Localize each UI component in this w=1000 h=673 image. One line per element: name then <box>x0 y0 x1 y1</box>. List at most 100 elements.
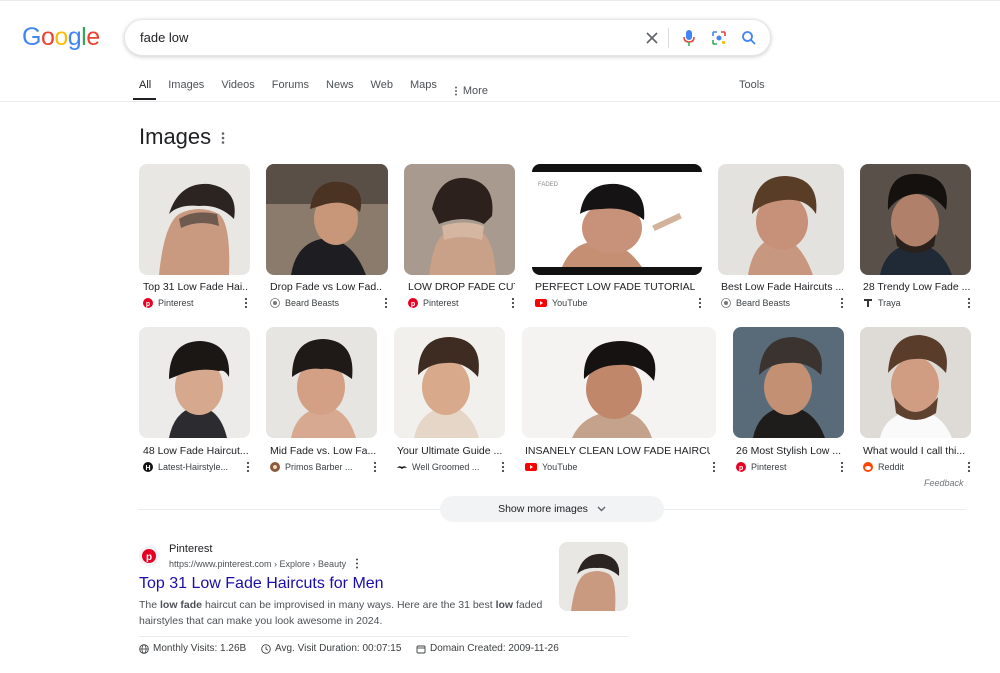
image-source[interactable]: p Pinterest <box>736 462 787 472</box>
microphone-icon[interactable] <box>679 28 699 48</box>
more-vert-icon[interactable] <box>384 297 388 309</box>
show-more-images-button[interactable]: Show more images <box>440 496 664 522</box>
image-source[interactable]: YouTube <box>525 462 577 472</box>
more-vert-icon[interactable] <box>218 131 228 145</box>
calendar-icon <box>416 645 426 653</box>
image-thumbnail[interactable] <box>522 327 716 438</box>
clock-icon <box>261 643 271 654</box>
result-site-name[interactable]: Pinterest <box>169 543 212 555</box>
image-source[interactable]: YouTube <box>535 298 587 308</box>
more-vert-icon[interactable] <box>244 297 248 309</box>
tab-forums[interactable]: Forums <box>272 78 309 102</box>
more-vert-icon[interactable] <box>373 461 377 473</box>
image-source[interactable]: p Pinterest <box>143 298 194 308</box>
pinterest-icon: p <box>736 462 746 472</box>
tab-more[interactable]: More <box>454 78 488 102</box>
logo-letter: e <box>86 23 100 51</box>
search-input[interactable]: fade low <box>140 30 188 45</box>
more-vert-icon[interactable] <box>501 461 505 473</box>
result-title-link[interactable]: Top 31 Low Fade Haircuts for Men <box>139 575 384 593</box>
more-vert-icon[interactable] <box>712 461 716 473</box>
image-thumbnail[interactable] <box>139 327 250 438</box>
faded-watermark: FADED <box>538 182 559 188</box>
image-caption[interactable]: 48 Low Fade Haircut... <box>143 445 248 457</box>
more-vert-icon[interactable] <box>840 297 844 309</box>
more-vert-icon[interactable] <box>967 297 971 309</box>
image-thumbnail[interactable] <box>733 327 844 438</box>
search-icon[interactable] <box>739 28 759 48</box>
stat-monthly-visits: Monthly Visits: 1.26B <box>139 643 246 654</box>
svg-text:p: p <box>146 552 152 563</box>
logo-letter: G <box>22 23 41 51</box>
more-vert-icon[interactable] <box>698 297 702 309</box>
image-caption[interactable]: Mid Fade vs. Low Fa... <box>270 445 376 457</box>
snippet-text: The <box>139 599 161 611</box>
image-caption[interactable]: PERFECT LOW FADE TUTORIAL, ... <box>535 281 695 293</box>
more-vert-icon[interactable] <box>246 461 250 473</box>
clear-icon[interactable] <box>642 28 662 48</box>
image-thumbnail[interactable] <box>404 164 515 275</box>
search-box[interactable]: fade low <box>124 19 771 56</box>
source-label: Beard Beasts <box>285 298 340 308</box>
image-thumbnail[interactable] <box>860 164 971 275</box>
image-caption[interactable]: What would I call thi... <box>863 445 967 457</box>
image-source[interactable]: Primos Barber ... <box>270 462 353 472</box>
result-favicon[interactable]: p <box>139 546 159 566</box>
snippet-text: haircut can be improvised in many ways. … <box>202 599 496 611</box>
image-caption[interactable]: Your Ultimate Guide ... <box>397 445 503 457</box>
tab-videos[interactable]: Videos <box>221 78 254 102</box>
source-label: Pinterest <box>158 298 194 308</box>
image-source[interactable]: Reddit <box>863 462 904 472</box>
image-thumbnail[interactable]: FADED <box>532 164 702 275</box>
image-thumbnail[interactable] <box>718 164 844 275</box>
source-label: Pinterest <box>423 298 459 308</box>
image-thumbnail[interactable] <box>139 164 250 275</box>
tab-more-label: More <box>462 84 488 97</box>
tabs-divider <box>0 101 1000 102</box>
image-caption[interactable]: LOW DROP FADE CUT <box>408 281 515 293</box>
lens-icon[interactable] <box>709 28 729 48</box>
svg-text:p: p <box>411 301 415 308</box>
image-source[interactable]: p Pinterest <box>408 298 459 308</box>
youtube-icon <box>525 463 537 471</box>
image-caption[interactable]: Top 31 Low Fade Hai... <box>143 281 248 293</box>
source-label: Beard Beasts <box>736 298 791 308</box>
result-thumbnail[interactable] <box>559 542 628 611</box>
image-thumbnail[interactable] <box>860 327 971 438</box>
more-vert-icon[interactable] <box>355 558 359 569</box>
image-thumbnail[interactable] <box>266 164 388 275</box>
tab-images[interactable]: Images <box>168 78 204 102</box>
google-logo[interactable]: Google <box>22 23 100 52</box>
more-vert-icon[interactable] <box>967 461 971 473</box>
source-label: YouTube <box>542 462 578 472</box>
image-caption[interactable]: Best Low Fade Haircuts ... <box>721 281 843 293</box>
tab-web[interactable]: Web <box>371 78 393 102</box>
tab-news[interactable]: News <box>326 78 354 102</box>
tab-all[interactable]: All <box>132 78 157 102</box>
source-label: Traya <box>878 298 901 308</box>
result-url[interactable]: https://www.pinterest.com › Explore › Be… <box>169 558 359 569</box>
image-source[interactable]: Traya <box>863 298 901 308</box>
search-divider <box>668 28 669 48</box>
image-source[interactable]: Beard Beasts <box>270 298 339 308</box>
image-source[interactable]: Well Groomed ... <box>397 462 479 472</box>
image-thumbnail[interactable] <box>394 327 505 438</box>
tools-button[interactable]: Tools <box>739 79 765 91</box>
logo-letter: g <box>67 23 82 51</box>
svg-text:p: p <box>146 301 150 308</box>
image-caption[interactable]: 28 Trendy Low Fade ... <box>863 281 970 293</box>
image-caption[interactable]: Drop Fade vs Low Fad... <box>270 281 382 293</box>
image-thumbnail[interactable] <box>266 327 377 438</box>
traya-icon <box>864 299 872 307</box>
logo-letter: o <box>54 23 68 51</box>
source-label: Well Groomed ... <box>412 462 480 472</box>
image-source[interactable]: Beard Beasts <box>721 298 790 308</box>
more-vert-icon[interactable] <box>840 461 844 473</box>
snippet-highlight: low <box>495 599 514 611</box>
image-caption[interactable]: 26 Most Stylish Low ... <box>736 445 842 457</box>
feedback-link[interactable]: Feedback <box>924 478 964 488</box>
tab-maps[interactable]: Maps <box>410 78 437 102</box>
more-vert-icon[interactable] <box>511 297 515 309</box>
image-source[interactable]: H Latest-Hairstyle... <box>143 462 228 472</box>
image-caption[interactable]: INSANELY CLEAN LOW FADE HAIRCU... <box>525 445 710 457</box>
